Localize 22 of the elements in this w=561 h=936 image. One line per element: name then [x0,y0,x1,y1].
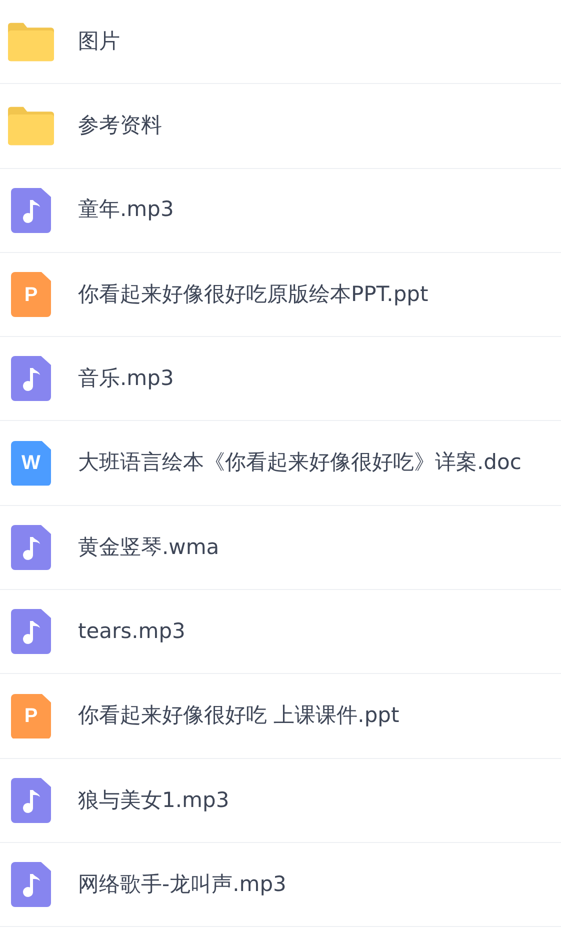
file-name[interactable]: 大班语言绘本《你看起来好像很好吃》详案.doc [78,447,522,479]
file-name[interactable]: 你看起来好像很好吃 上课课件.ppt [78,700,400,732]
file-name[interactable]: 狼与美女1.mp3 [78,784,230,816]
file-name[interactable]: 你看起来好像很好吃原版绘本PPT.ppt [78,278,428,310]
folder-icon [8,106,54,146]
file-name[interactable]: 音乐.mp3 [78,363,174,395]
presentation-file-icon: P [11,694,51,739]
music-file-icon [11,356,51,402]
file-name[interactable]: 网络歌手-龙叫声.mp3 [78,868,286,900]
folder-icon [8,22,54,62]
music-file-icon [11,188,51,233]
document-file-icon: W [11,440,51,486]
file-name[interactable]: tears.mp3 [78,616,186,648]
file-name[interactable]: 黄金竖琴.wma [78,532,220,564]
file-name[interactable]: 参考资料 [78,110,162,142]
presentation-file-icon: P [11,272,51,318]
music-file-icon [11,778,51,823]
file-name[interactable]: 童年.mp3 [78,194,174,226]
file-name[interactable]: 图片 [78,26,120,58]
music-file-icon [11,524,51,570]
music-file-icon [11,609,51,654]
music-file-icon [11,862,51,908]
